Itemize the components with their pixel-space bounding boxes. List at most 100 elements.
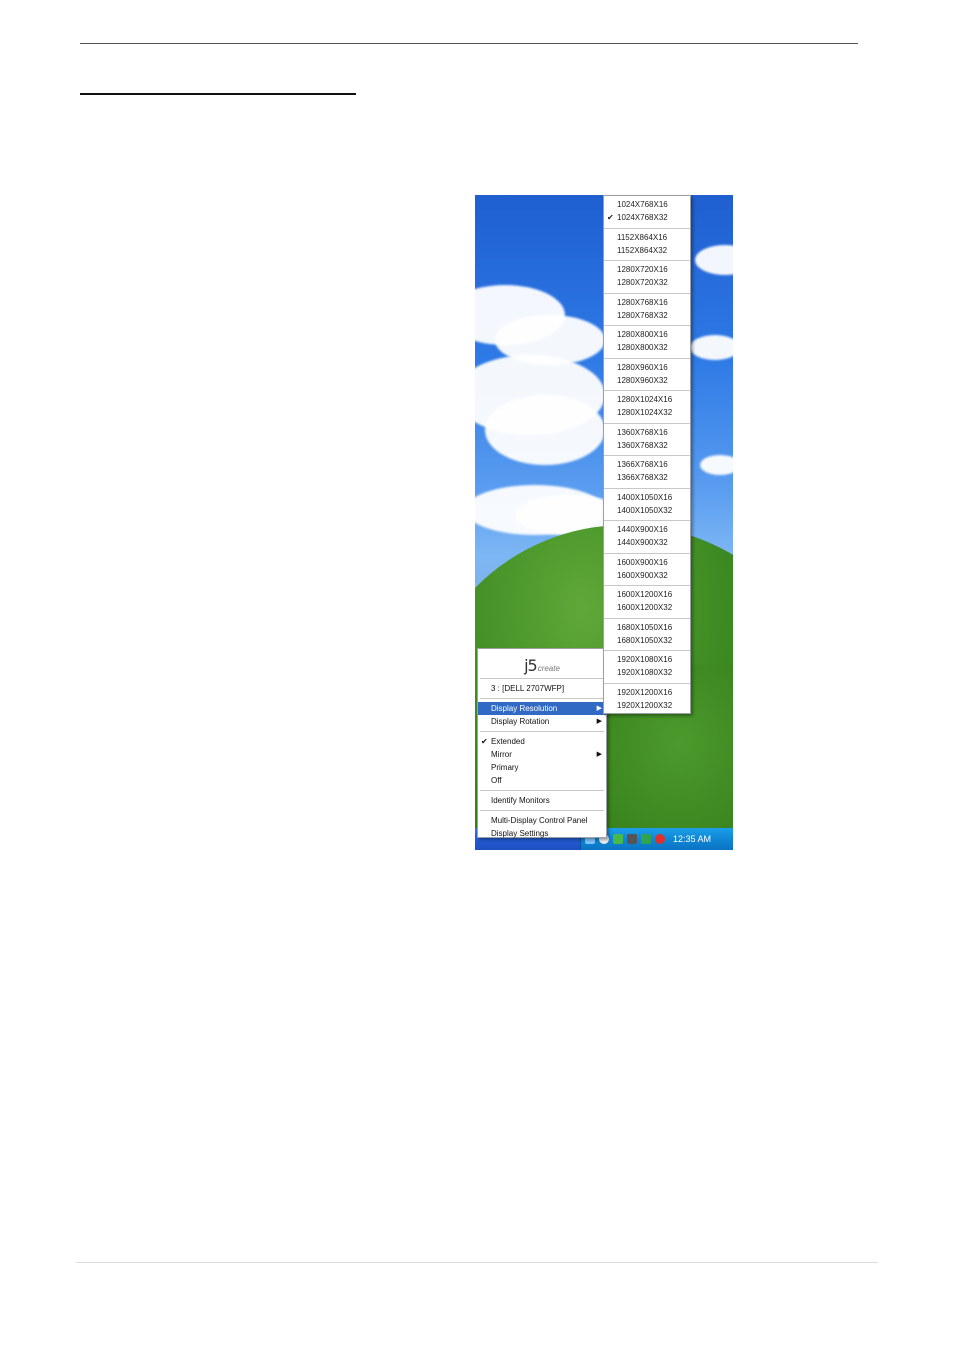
menu-item-display-rotation[interactable]: Display Rotation ▶ <box>478 715 606 728</box>
resolution-label: 1440X900X32 <box>617 538 668 547</box>
resolution-item[interactable]: 1920X1080X32 <box>604 666 690 679</box>
resolution-label: 1280X720X32 <box>617 278 668 287</box>
menu-separator <box>480 678 604 679</box>
resolution-item[interactable]: 1600X1200X32 <box>604 601 690 614</box>
resolution-label: 1280X1024X32 <box>617 408 673 417</box>
resolution-item[interactable]: 1360X768X32 <box>604 439 690 452</box>
checkmark-icon: ✔ <box>481 737 488 746</box>
header-rule <box>80 43 858 44</box>
resolution-item[interactable]: 1400X1050X16 <box>604 491 690 504</box>
resolution-item[interactable]: 1280X1024X32 <box>604 406 690 419</box>
resolution-group: 1440X900X16 1440X900X32 <box>604 521 690 554</box>
footer-rule <box>76 1262 878 1263</box>
resolution-item[interactable]: 1280X960X16 <box>604 361 690 374</box>
context-menu: j5 create 3 : [DELL 2707WFP] Display Res… <box>477 648 607 838</box>
resolution-item[interactable]: 1152X864X16 <box>604 231 690 244</box>
resolution-label: 1400X1050X32 <box>617 505 673 515</box>
logo-sub: create <box>537 664 560 673</box>
resolution-item[interactable]: 1280X720X16 <box>604 263 690 276</box>
menu-item-display-settings[interactable]: Display Settings <box>478 827 606 840</box>
tray-alert-icon[interactable] <box>655 834 665 844</box>
resolution-group: 1680X1050X16 1680X1050X32 <box>604 619 690 651</box>
resolution-item[interactable]: 1024X768X16 <box>604 198 690 211</box>
resolution-label: 1440X900X16 <box>617 525 668 534</box>
resolution-item[interactable]: ✔ 1024X768X32 <box>604 211 690 224</box>
submenu-arrow-icon: ▶ <box>596 705 602 712</box>
resolution-submenu: 1024X768X16 ✔ 1024X768X32 1152X864X16 1152X8… <box>603 195 691 714</box>
resolution-item[interactable]: 1680X1050X32 <box>604 634 690 647</box>
resolution-item[interactable]: 1280X800X32 <box>604 341 690 354</box>
resolution-group: 1920X1200X16 1920X1200X32 <box>604 684 690 717</box>
resolution-label: 1360X768X32 <box>617 440 668 450</box>
menu-item-mirror[interactable]: Mirror ▶ <box>478 748 606 761</box>
resolution-item[interactable]: 1280X768X32 <box>604 309 690 322</box>
resolution-item[interactable]: 1280X1024X16 <box>604 393 690 406</box>
resolution-item[interactable]: 1920X1200X16 <box>604 686 690 699</box>
resolution-item[interactable]: 1280X768X16 <box>604 296 690 309</box>
tray-volume-icon[interactable] <box>627 834 637 844</box>
menu-separator <box>480 790 604 791</box>
resolution-label: 1280X800X32 <box>617 343 668 352</box>
resolution-item[interactable]: 1440X900X16 <box>604 523 690 536</box>
menu-item-label: Display Settings <box>491 829 549 838</box>
resolution-label: 1360X768X16 <box>617 427 668 437</box>
menu-item-label: Off <box>491 776 502 785</box>
resolution-group: 1280X768X16 1280X768X32 <box>604 294 690 326</box>
tray-security-icon[interactable] <box>613 834 623 844</box>
resolution-item[interactable]: 1366X768X16 <box>604 458 690 471</box>
resolution-label: 1920X1080X16 <box>617 655 673 664</box>
resolution-label: 1280X1024X16 <box>617 395 673 404</box>
resolution-label: 1152X864X16 <box>617 232 668 242</box>
resolution-group: 1280X1024X16 1280X1024X32 <box>604 391 690 424</box>
checkmark-icon: ✔ <box>607 213 614 222</box>
resolution-group: 1920X1080X16 1920X1080X32 <box>604 651 690 684</box>
menu-item-off[interactable]: Off <box>478 774 606 787</box>
resolution-label: 1600X1200X32 <box>617 603 673 612</box>
resolution-item[interactable]: 1280X720X32 <box>604 276 690 289</box>
resolution-item[interactable]: 1280X800X16 <box>604 328 690 341</box>
menu-separator <box>480 698 604 699</box>
resolution-item[interactable]: 1680X1050X16 <box>604 621 690 634</box>
resolution-label: 1600X900X32 <box>617 570 668 580</box>
resolution-label: 1600X900X16 <box>617 557 668 567</box>
logo-main: j5 <box>524 656 538 675</box>
resolution-group: 1280X720X16 1280X720X32 <box>604 261 690 294</box>
resolution-group: 1280X800X16 1280X800X32 <box>604 326 690 359</box>
resolution-group: 1366X768X16 1366X768X32 <box>604 456 690 489</box>
tray-display-icon[interactable] <box>641 834 651 844</box>
resolution-item[interactable]: 1600X1200X16 <box>604 588 690 601</box>
resolution-item[interactable]: 1400X1050X32 <box>604 504 690 517</box>
menu-item-identify-monitors[interactable]: Identify Monitors <box>478 794 606 807</box>
resolution-label: 1280X800X16 <box>617 330 668 339</box>
resolution-label: 1280X768X32 <box>617 310 668 320</box>
resolution-group: 1600X900X16 1600X900X32 <box>604 554 690 586</box>
menu-item-label: Extended <box>491 737 525 746</box>
resolution-label: 1920X1080X32 <box>617 668 673 677</box>
resolution-group: 1360X768X16 1360X768X32 <box>604 424 690 456</box>
submenu-arrow-icon: ▶ <box>596 751 602 758</box>
resolution-item[interactable]: 1440X900X32 <box>604 536 690 549</box>
resolution-label: 1600X1200X16 <box>617 590 673 599</box>
resolution-item[interactable]: 1280X960X32 <box>604 374 690 387</box>
resolution-label: 1152X864X32 <box>617 245 668 255</box>
taskbar-clock[interactable]: 12:35 AM <box>673 834 711 844</box>
heading-underline <box>80 93 356 95</box>
resolution-item[interactable]: 1360X768X16 <box>604 426 690 439</box>
resolution-group: 1024X768X16 ✔ 1024X768X32 <box>604 196 690 229</box>
resolution-item[interactable]: 1920X1080X16 <box>604 653 690 666</box>
resolution-label: 1024X768X32 <box>617 213 668 222</box>
resolution-label: 1280X960X32 <box>617 375 668 385</box>
menu-separator <box>480 731 604 732</box>
resolution-item[interactable]: 1152X864X32 <box>604 244 690 257</box>
j5create-logo: j5 create <box>478 649 606 675</box>
resolution-item[interactable]: 1600X900X16 <box>604 556 690 569</box>
menu-item-extended[interactable]: ✔ Extended <box>478 735 606 748</box>
resolution-label: 1366X768X16 <box>617 460 668 469</box>
resolution-group: 1280X960X16 1280X960X32 <box>604 359 690 391</box>
resolution-item[interactable]: 1600X900X32 <box>604 569 690 582</box>
menu-item-primary[interactable]: Primary <box>478 761 606 774</box>
resolution-item[interactable]: 1920X1200X32 <box>604 699 690 712</box>
menu-item-display-resolution[interactable]: Display Resolution ▶ <box>478 702 606 715</box>
resolution-item[interactable]: 1366X768X32 <box>604 471 690 484</box>
menu-item-multi-display-control-panel[interactable]: Multi-Display Control Panel <box>478 814 606 827</box>
